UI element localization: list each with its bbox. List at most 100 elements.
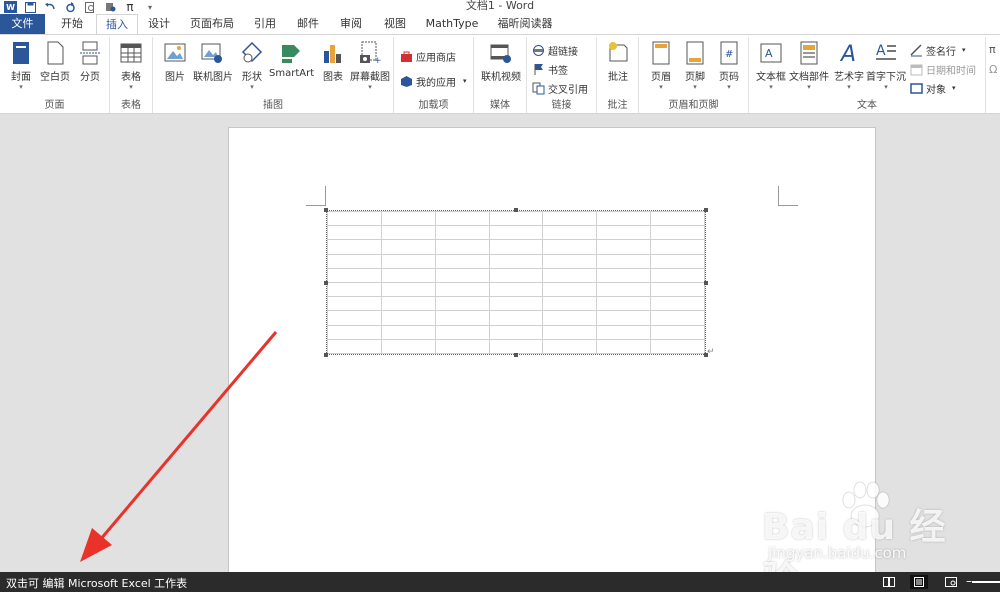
excel-cell[interactable] <box>542 324 598 340</box>
excel-cell[interactable] <box>380 253 436 269</box>
excel-cell[interactable] <box>542 296 598 312</box>
excel-cell[interactable] <box>596 253 652 269</box>
excel-cell[interactable] <box>488 253 544 269</box>
excel-cell[interactable] <box>380 267 436 283</box>
excel-cell[interactable] <box>327 210 382 227</box>
resize-handle-bottom-left[interactable] <box>324 353 328 357</box>
excel-cell[interactable] <box>542 253 598 269</box>
excel-cell[interactable] <box>488 239 544 255</box>
page-number-button[interactable]: # 页码 ▾ <box>711 41 747 93</box>
excel-cell[interactable] <box>596 310 652 326</box>
excel-cell[interactable] <box>434 338 490 355</box>
excel-cell[interactable] <box>434 296 490 312</box>
excel-cell[interactable] <box>650 267 705 283</box>
excel-cell[interactable] <box>380 310 436 326</box>
comment-button[interactable]: 批注 <box>600 41 636 93</box>
tab-references[interactable]: 引用 <box>248 14 282 34</box>
excel-cell[interactable] <box>327 253 382 269</box>
embedded-excel-worksheet[interactable] <box>324 208 708 357</box>
footer-button[interactable]: 页脚 ▾ <box>677 41 713 93</box>
excel-cell[interactable] <box>542 225 598 241</box>
resize-handle-top-right[interactable] <box>704 208 708 212</box>
my-apps-button[interactable]: 我的应用 ▾ <box>400 72 467 90</box>
wordart-button[interactable]: A 艺术字 ▾ <box>831 41 867 93</box>
picture-button[interactable]: 图片 <box>157 41 193 93</box>
excel-cell[interactable] <box>488 310 544 326</box>
excel-cell[interactable] <box>596 239 652 255</box>
tab-view[interactable]: 视图 <box>378 14 412 34</box>
zoom-slider[interactable] <box>972 581 1000 583</box>
tab-design[interactable]: 设计 <box>140 14 178 34</box>
excel-cell[interactable] <box>650 281 705 298</box>
excel-cell[interactable] <box>434 253 490 269</box>
bookmark-button[interactable]: 书签 <box>532 60 568 78</box>
page-break-button[interactable]: 分页 <box>72 41 108 93</box>
tab-file[interactable]: 文件 <box>0 14 45 34</box>
excel-cell[interactable] <box>542 338 598 355</box>
excel-cell[interactable] <box>650 225 705 241</box>
excel-cell[interactable] <box>488 225 544 241</box>
tab-insert[interactable]: 插入 <box>96 14 138 35</box>
equation-icon[interactable]: π <box>989 43 996 56</box>
hyperlink-button[interactable]: 超链接 <box>532 41 578 59</box>
excel-cell[interactable] <box>327 296 382 312</box>
excel-cell[interactable] <box>327 239 382 255</box>
resize-handle-middle-right[interactable] <box>704 281 708 285</box>
excel-cell[interactable] <box>596 281 652 298</box>
excel-cell[interactable] <box>434 225 490 241</box>
excel-cell[interactable] <box>596 338 652 355</box>
excel-cell[interactable] <box>596 324 652 340</box>
excel-cell[interactable] <box>650 239 705 255</box>
text-box-button[interactable]: A 文本框 ▾ <box>753 41 789 93</box>
web-layout-button[interactable] <box>942 575 960 589</box>
excel-cell[interactable] <box>380 225 436 241</box>
tab-review[interactable]: 审阅 <box>334 14 368 34</box>
excel-cell[interactable] <box>434 210 490 227</box>
excel-cell[interactable] <box>488 324 544 340</box>
print-layout-button[interactable] <box>910 575 928 589</box>
excel-cell[interactable] <box>380 296 436 312</box>
excel-cell[interactable] <box>327 310 382 326</box>
online-picture-button[interactable]: 联机图片 <box>193 41 233 93</box>
app-store-button[interactable]: 应用商店 <box>400 47 456 65</box>
excel-cell[interactable] <box>650 310 705 326</box>
tab-page-layout[interactable]: 页面布局 <box>186 14 238 34</box>
screenshot-button[interactable]: + 屏幕截图 ▾ <box>349 41 391 93</box>
excel-cell[interactable] <box>327 225 382 241</box>
excel-cell[interactable] <box>650 296 705 312</box>
excel-cell[interactable] <box>380 210 436 227</box>
excel-cell[interactable] <box>488 338 544 355</box>
tab-mathtype[interactable]: MathType <box>422 14 482 34</box>
excel-cell[interactable] <box>596 225 652 241</box>
shapes-button[interactable]: 形状 ▾ <box>234 41 270 93</box>
cross-reference-button[interactable]: 交叉引用 <box>532 79 588 97</box>
excel-cell[interactable] <box>434 324 490 340</box>
symbol-icon[interactable]: Ω <box>989 63 997 76</box>
excel-cell[interactable] <box>434 281 490 298</box>
excel-cell[interactable] <box>542 239 598 255</box>
resize-handle-top-left[interactable] <box>324 208 328 212</box>
tab-mailings[interactable]: 邮件 <box>291 14 325 34</box>
excel-cell[interactable] <box>488 210 544 227</box>
header-button[interactable]: 页眉 ▾ <box>643 41 679 93</box>
excel-cell[interactable] <box>327 338 382 355</box>
excel-cell[interactable] <box>327 267 382 283</box>
resize-handle-top-center[interactable] <box>514 208 518 212</box>
object-button[interactable]: 对象 ▾ <box>910 79 956 97</box>
cover-page-button[interactable]: 封面 ▾ <box>3 41 39 93</box>
excel-cell[interactable] <box>650 338 705 355</box>
excel-cell[interactable] <box>488 296 544 312</box>
excel-cell[interactable] <box>596 210 652 227</box>
excel-cell[interactable] <box>650 324 705 340</box>
tab-foxit-reader[interactable]: 福昕阅读器 <box>492 14 558 34</box>
resize-handle-middle-left[interactable] <box>324 281 328 285</box>
excel-cell[interactable] <box>380 239 436 255</box>
excel-cell[interactable] <box>542 267 598 283</box>
excel-cell[interactable] <box>596 296 652 312</box>
table-button[interactable]: 表格 ▾ <box>113 41 149 93</box>
signature-line-button[interactable]: 签名行 ▾ <box>910 41 966 59</box>
resize-handle-bottom-center[interactable] <box>514 353 518 357</box>
smartart-button[interactable]: SmartArt <box>269 41 314 93</box>
read-mode-button[interactable] <box>880 575 898 589</box>
blank-page-button[interactable]: 空白页 <box>37 41 73 93</box>
